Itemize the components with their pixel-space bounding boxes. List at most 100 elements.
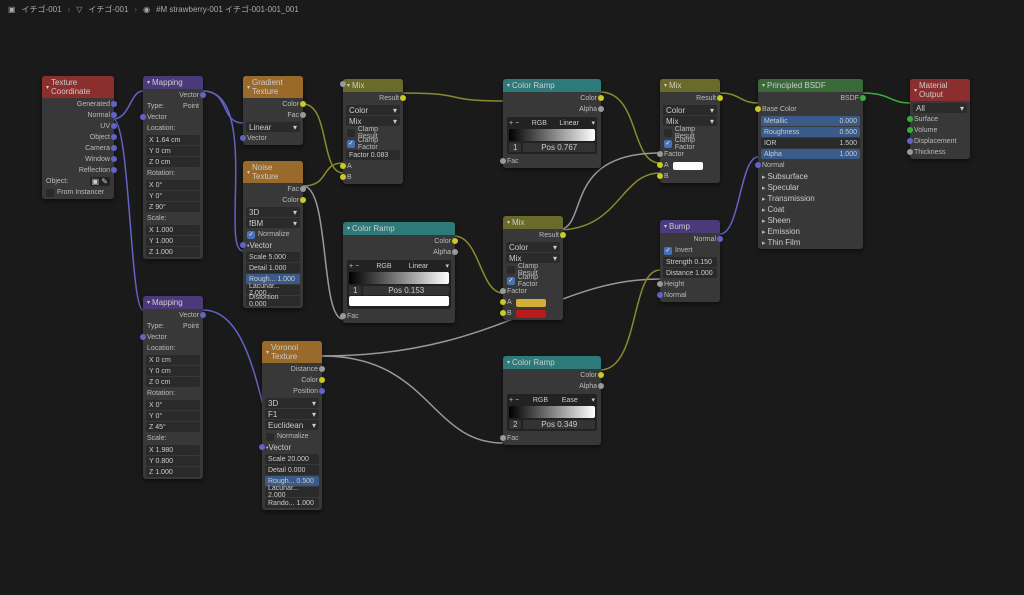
socket[interactable] [452, 238, 458, 244]
ramp-add-button[interactable]: + − [349, 263, 359, 270]
node-header[interactable]: ▾Mix [660, 79, 720, 92]
field-scl-z[interactable]: Z 1.000 [146, 247, 200, 257]
socket[interactable] [907, 116, 913, 122]
node-header[interactable]: ▾Material Output [910, 79, 970, 101]
socket[interactable] [111, 112, 117, 118]
socket[interactable] [319, 388, 325, 394]
color-swatch[interactable] [349, 296, 449, 306]
node-texture-coordinate[interactable]: ▾Texture Coordinate Generated Normal UV … [42, 76, 114, 199]
node-header[interactable]: ▾Color Ramp [503, 79, 601, 92]
socket[interactable] [259, 444, 265, 450]
socket[interactable] [755, 162, 761, 168]
socket[interactable] [111, 145, 117, 151]
node-mix-1[interactable]: ▾Mix Result Color▾ Mix▾ Clamp Result ✓Cl… [343, 79, 403, 184]
field-loc-x[interactable]: X 1.64 cm [146, 135, 200, 145]
color-a[interactable] [673, 162, 703, 170]
collapse-icon[interactable]: ▾ [46, 84, 49, 91]
socket[interactable] [755, 106, 761, 112]
bc-obj[interactable]: イチゴ-001 [22, 4, 62, 15]
node-header[interactable]: ▾Texture Coordinate [42, 76, 114, 98]
socket[interactable] [500, 435, 506, 441]
socket[interactable] [400, 95, 406, 101]
checkbox-normalize[interactable] [266, 433, 274, 441]
node-header[interactable]: ▾Color Ramp [503, 356, 601, 369]
checkbox-from-instancer[interactable] [46, 189, 54, 197]
socket[interactable] [300, 186, 306, 192]
node-header[interactable]: ▾Mapping [143, 296, 203, 309]
ramp-gradient[interactable] [349, 272, 449, 284]
node-editor-canvas[interactable]: ▾Texture Coordinate Generated Normal UV … [0, 19, 1024, 595]
color-a[interactable] [516, 299, 546, 307]
socket[interactable] [598, 383, 604, 389]
node-color-ramp-3[interactable]: ▾Color Ramp Color Alpha + −RGBEase▾ 2Pos… [503, 356, 601, 445]
socket[interactable] [111, 123, 117, 129]
node-mix-2[interactable]: ▾Mix Result Color▾ Mix▾ Clamp Result ✓Cl… [503, 216, 563, 320]
socket[interactable] [500, 310, 506, 316]
socket[interactable] [598, 372, 604, 378]
ramp-gradient[interactable] [509, 406, 595, 418]
socket[interactable] [240, 242, 246, 248]
socket[interactable] [657, 292, 663, 298]
socket[interactable] [200, 92, 206, 98]
socket[interactable] [300, 197, 306, 203]
node-voronoi-texture[interactable]: ▾Voronoi Texture Distance Color Position… [262, 341, 322, 510]
socket[interactable] [111, 167, 117, 173]
socket[interactable] [319, 366, 325, 372]
socket[interactable] [340, 313, 346, 319]
field-rot-y[interactable]: Y 0° [146, 191, 200, 201]
socket[interactable] [657, 281, 663, 287]
field-scale[interactable]: Scale 5.000 [246, 252, 300, 262]
socket[interactable] [140, 334, 146, 340]
node-header[interactable]: ▾Principled BSDF [758, 79, 863, 92]
color-b[interactable] [516, 310, 546, 318]
node-header[interactable]: ▾Mix [503, 216, 563, 229]
dropdown-type[interactable]: Point [183, 103, 199, 110]
socket[interactable] [340, 81, 346, 87]
node-color-ramp-1[interactable]: ▾Color Ramp Color Alpha + −RGBLinear▾ 1P… [503, 79, 601, 168]
node-header[interactable]: ▾Color Ramp [343, 222, 455, 235]
node-bump[interactable]: ▾Bump Normal ✓Invert Strength 0.150 Dist… [660, 220, 720, 302]
socket[interactable] [500, 288, 506, 294]
bc-mat[interactable]: イチゴ-001 [88, 4, 128, 15]
bc-node[interactable]: #M strawberry-001 イチゴ-001-001_001 [156, 4, 299, 15]
field-scl-x[interactable]: X 1.000 [146, 225, 200, 235]
ramp-gradient[interactable] [509, 129, 595, 141]
socket[interactable] [452, 249, 458, 255]
socket[interactable] [907, 127, 913, 133]
socket[interactable] [200, 312, 206, 318]
ramp-menu-icon[interactable]: ▾ [445, 262, 449, 270]
socket[interactable] [860, 95, 866, 101]
node-mapping-1[interactable]: ▾Mapping Vector Type:Point Vector Locati… [143, 76, 203, 259]
object-picker[interactable]: ▣ ✎ [90, 177, 110, 186]
node-header[interactable]: ▾Mapping [143, 76, 203, 89]
socket[interactable] [717, 236, 723, 242]
socket[interactable] [907, 138, 913, 144]
socket[interactable] [340, 174, 346, 180]
field-rot-z[interactable]: Z 90° [146, 202, 200, 212]
node-principled-bsdf[interactable]: ▾Principled BSDF BSDF Base Color Metalli… [758, 79, 863, 249]
dropdown-gradient-type[interactable]: Linear▾ [246, 122, 300, 132]
field-loc-z[interactable]: Z 0 cm [146, 157, 200, 167]
socket[interactable] [717, 95, 723, 101]
node-header[interactable]: ▾Mix [343, 79, 403, 92]
socket[interactable] [111, 156, 117, 162]
socket[interactable] [598, 95, 604, 101]
dropdown-fbm[interactable]: fBM▾ [246, 218, 300, 228]
node-mapping-2[interactable]: ▾Mapping Vector Type:Point Vector Locati… [143, 296, 203, 479]
checkbox-normalize[interactable]: ✓ [247, 231, 255, 239]
socket[interactable] [140, 114, 146, 120]
breadcrumb[interactable]: ▣ イチゴ-001 › ▽ イチゴ-001 › ◉ #M strawberry-… [0, 0, 1024, 19]
socket[interactable] [500, 299, 506, 305]
dropdown-dim[interactable]: 3D▾ [246, 207, 300, 217]
field-loc-y[interactable]: Y 0 cm [146, 146, 200, 156]
node-mix-3[interactable]: ▾Mix Result Color▾ Mix▾ Clamp Result ✓Cl… [660, 79, 720, 183]
socket[interactable] [111, 134, 117, 140]
field-distortion[interactable]: Distortion 0.000 [246, 296, 300, 306]
field-scl-y[interactable]: Y 1.000 [146, 236, 200, 246]
socket[interactable] [300, 101, 306, 107]
socket[interactable] [598, 106, 604, 112]
socket[interactable] [111, 101, 117, 107]
node-header[interactable]: ▾Noise Texture [243, 161, 303, 183]
socket[interactable] [300, 112, 306, 118]
node-header[interactable]: ▾Gradient Texture [243, 76, 303, 98]
